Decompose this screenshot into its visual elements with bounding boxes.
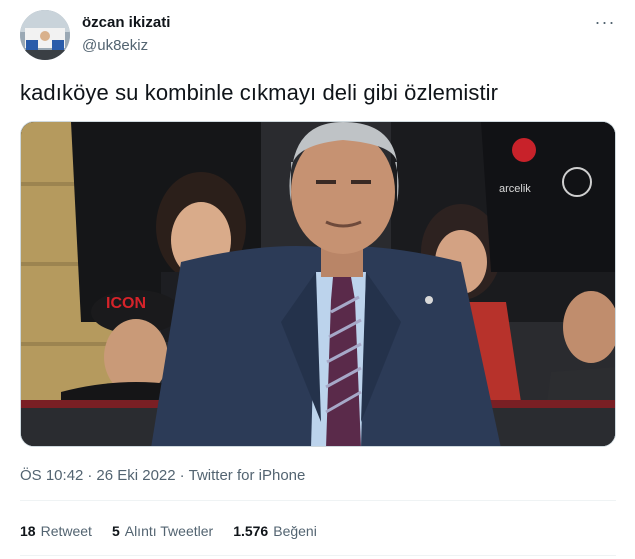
tweet-meta: ÖS 10:42 · 26 Eki 2022 · Twitter for iPh… xyxy=(20,467,305,484)
retweets-count: 18 xyxy=(20,523,36,539)
sponsor-text: arcelik xyxy=(499,183,531,195)
media-illustration: arcelik ICON xyxy=(21,122,615,446)
meta-separator: · xyxy=(87,467,93,484)
quote-tweets-stat[interactable]: 5 Alıntı Tweetler xyxy=(112,523,213,539)
avatar[interactable] xyxy=(20,10,70,60)
tweet-text: kadıköye su kombinle cıkmayı deli gibi ö… xyxy=(20,80,499,105)
divider xyxy=(20,500,616,501)
quotes-count: 5 xyxy=(111,523,120,539)
display-name[interactable]: özcan ikizati xyxy=(82,14,170,31)
quotes-label: Alıntı Tweetler xyxy=(124,523,214,539)
user-handle[interactable]: @uk8ekiz xyxy=(82,37,148,54)
avatar-image xyxy=(20,10,70,60)
tweet-source[interactable]: Twitter for iPhone xyxy=(189,467,306,484)
divider xyxy=(20,555,616,556)
meta-separator: · xyxy=(179,467,185,484)
tweet-card: özcan ikizati @uk8ekiz ··· kadıköye su k… xyxy=(0,0,635,559)
cap-logo-text: ICON xyxy=(106,295,146,312)
more-options-icon[interactable]: ··· xyxy=(593,12,617,32)
tweet-stats: 18 Retweet 5 Alıntı Tweetler 1.576 Beğen… xyxy=(20,523,317,539)
retweets-label: Retweet xyxy=(40,523,92,539)
tweet-media-photo[interactable]: arcelik ICON xyxy=(20,121,616,447)
likes-label: Beğeni xyxy=(273,523,317,539)
tweet-date[interactable]: 26 Eki 2022 xyxy=(96,467,175,484)
tweet-time[interactable]: ÖS 10:42 xyxy=(20,467,83,484)
likes-stat[interactable]: 1.576 Beğeni xyxy=(233,523,317,539)
retweets-stat[interactable]: 18 Retweet xyxy=(20,523,92,539)
likes-count: 1.576 xyxy=(233,523,269,539)
